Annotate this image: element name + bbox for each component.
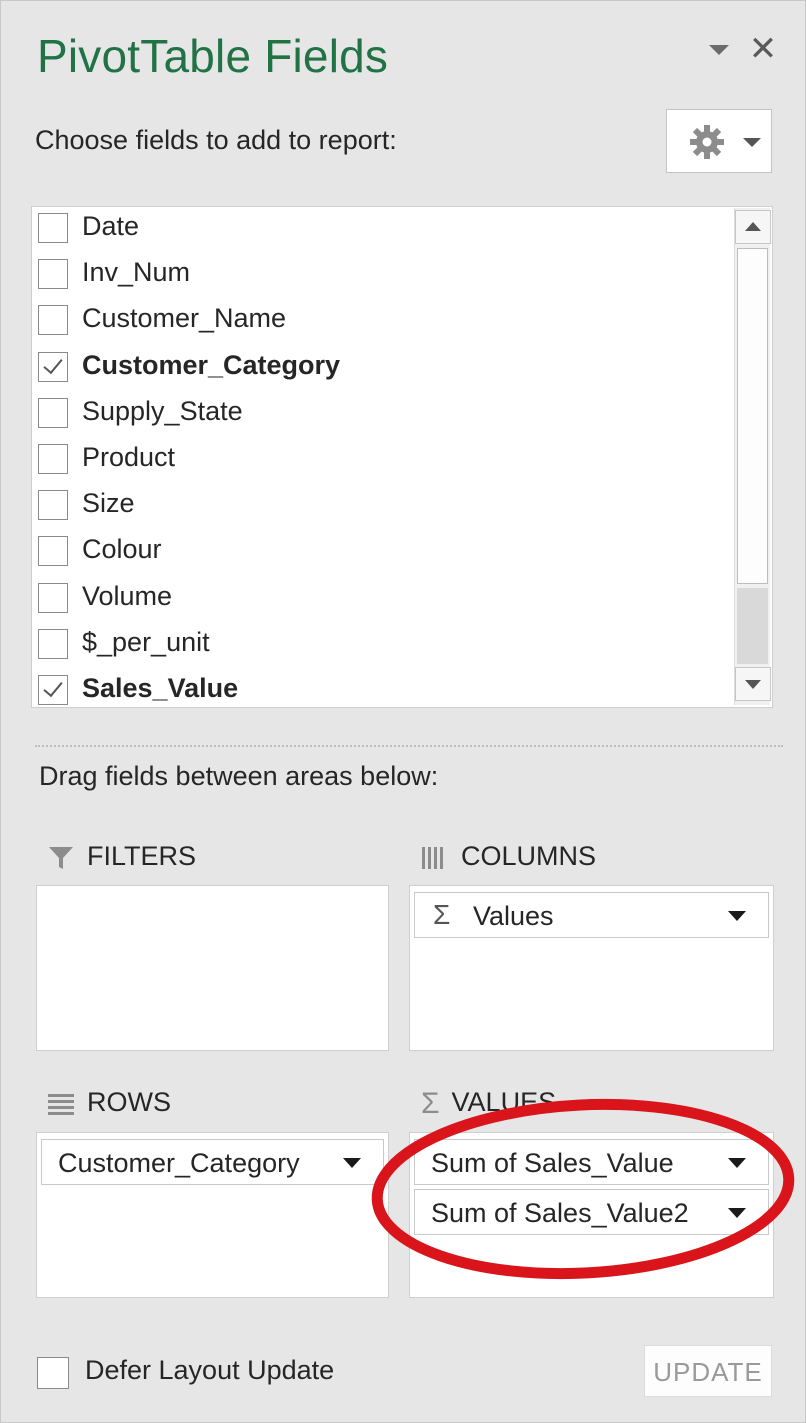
defer-layout-update-label: Defer Layout Update <box>85 1355 335 1385</box>
field-item-sales-value[interactable]: Sales_Value <box>36 671 726 715</box>
field-item-customer-name[interactable]: Customer_Name <box>36 301 726 345</box>
field-label: Volume <box>82 581 173 611</box>
field-label: Customer_Name <box>82 303 287 333</box>
defer-layout-update-checkbox[interactable] <box>37 1357 69 1389</box>
field-item-per-unit[interactable]: $_per_unit <box>36 625 726 669</box>
field-list-scrollbar[interactable] <box>734 208 771 705</box>
field-label: Product <box>82 442 176 472</box>
drag-fields-label: Drag fields between areas below: <box>39 761 439 791</box>
field-checkbox[interactable] <box>38 213 68 243</box>
scrollbar-thumb[interactable] <box>737 248 768 584</box>
rows-area-header: ROWS <box>47 1087 171 1118</box>
task-pane-options-icon[interactable] <box>707 41 731 61</box>
columns-icon <box>422 846 443 869</box>
field-label: Date <box>82 211 140 241</box>
values-drop-area[interactable]: Sum of Sales_Value Sum of Sales_Value2 <box>409 1132 774 1298</box>
filters-drop-area[interactable] <box>36 885 389 1051</box>
field-item-colour[interactable]: Colour <box>36 532 726 576</box>
field-label: Customer_Category <box>82 350 341 380</box>
filter-icon <box>49 846 73 869</box>
chevron-down-icon <box>743 138 761 147</box>
choose-fields-label: Choose fields to add to report: <box>35 125 397 155</box>
field-checkbox[interactable] <box>38 305 68 335</box>
gear-icon <box>690 125 724 159</box>
chip-label: Values <box>473 901 554 931</box>
chip-label: Sum of Sales_Value2 <box>431 1198 689 1228</box>
chevron-down-icon[interactable] <box>728 911 746 921</box>
chevron-down-icon[interactable] <box>728 1208 746 1218</box>
tools-button[interactable] <box>666 109 772 173</box>
values-sum-sales-value-chip[interactable]: Sum of Sales_Value <box>414 1139 769 1185</box>
field-item-inv-num[interactable]: Inv_Num <box>36 255 726 299</box>
scroll-up-arrow-icon[interactable] <box>735 210 771 244</box>
field-checkbox[interactable] <box>38 259 68 289</box>
field-checkbox-checked[interactable] <box>38 352 68 382</box>
rows-icon <box>48 1093 74 1115</box>
close-icon[interactable]: ✕ <box>747 31 779 67</box>
filters-area-header: FILTERS <box>47 841 196 872</box>
rows-area-label: ROWS <box>87 1087 171 1117</box>
rows-drop-area[interactable]: Customer_Category <box>36 1132 389 1298</box>
scroll-down-arrow-icon[interactable] <box>735 667 771 701</box>
chip-label: Sum of Sales_Value <box>431 1148 674 1178</box>
sigma-icon: Σ <box>421 1087 440 1120</box>
field-label: $_per_unit <box>82 627 210 657</box>
scrollbar-track[interactable] <box>737 588 768 664</box>
field-checkbox[interactable] <box>38 490 68 520</box>
field-item-supply-state[interactable]: Supply_State <box>36 394 726 438</box>
columns-values-chip[interactable]: Σ Values <box>414 892 769 938</box>
field-checkbox[interactable] <box>38 629 68 659</box>
field-item-date[interactable]: Date <box>36 209 726 253</box>
columns-drop-area[interactable]: Σ Values <box>409 885 774 1051</box>
field-label: Inv_Num <box>82 257 191 287</box>
field-checkbox[interactable] <box>38 583 68 613</box>
values-area-header: Σ VALUES <box>421 1087 556 1121</box>
values-area-label: VALUES <box>451 1087 557 1118</box>
rows-customer-category-chip[interactable]: Customer_Category <box>41 1139 384 1185</box>
chevron-down-icon[interactable] <box>343 1158 361 1168</box>
filters-area-label: FILTERS <box>87 841 197 871</box>
field-checkbox[interactable] <box>38 398 68 428</box>
field-label: Sales_Value <box>82 673 239 703</box>
field-label: Supply_State <box>82 396 243 426</box>
pivottable-fields-pane: PivotTable Fields ✕ Choose fields to add… <box>0 0 806 1423</box>
sigma-icon: Σ <box>433 899 451 930</box>
field-list: Date Inv_Num Customer_Name Customer_Cate… <box>31 206 773 708</box>
pane-title: PivotTable Fields <box>37 30 389 82</box>
field-checkbox-checked[interactable] <box>38 675 68 705</box>
update-button[interactable]: UPDATE <box>644 1345 772 1397</box>
columns-area-label: COLUMNS <box>461 841 597 871</box>
field-item-volume[interactable]: Volume <box>36 579 726 623</box>
field-item-size[interactable]: Size <box>36 486 726 530</box>
field-label: Size <box>82 488 135 518</box>
chevron-down-icon[interactable] <box>728 1158 746 1168</box>
columns-area-header: COLUMNS <box>421 841 596 872</box>
field-item-product[interactable]: Product <box>36 440 726 484</box>
field-item-customer-category[interactable]: Customer_Category <box>36 348 726 392</box>
field-checkbox[interactable] <box>38 536 68 566</box>
values-sum-sales-value2-chip[interactable]: Sum of Sales_Value2 <box>414 1189 769 1235</box>
field-label: Colour <box>82 534 162 564</box>
section-divider <box>35 745 783 747</box>
chip-label: Customer_Category <box>58 1148 300 1178</box>
field-checkbox[interactable] <box>38 444 68 474</box>
